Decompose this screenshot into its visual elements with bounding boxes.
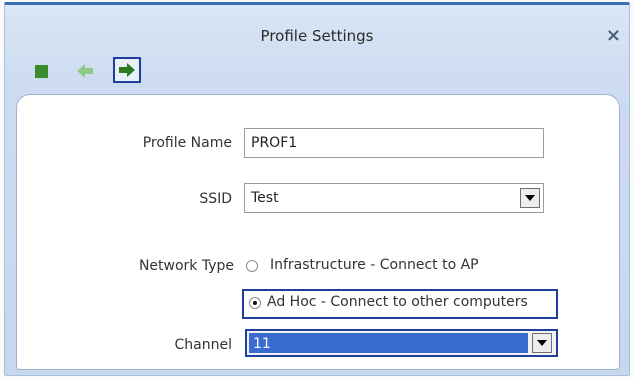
dialog-title: Profile Settings xyxy=(260,27,374,45)
screen-background: Profile Settings × Profile Name SSID Tes… xyxy=(0,0,635,379)
ssid-value: Test xyxy=(251,190,279,206)
channel-dropdown-button[interactable] xyxy=(532,333,552,353)
ssid-dropdown-button[interactable] xyxy=(520,188,540,208)
back-arrow-icon[interactable] xyxy=(75,61,95,81)
channel-select[interactable]: 11 xyxy=(245,329,558,357)
adhoc-radio-label: Ad Hoc - Connect to other computers xyxy=(267,294,528,310)
adhoc-radio[interactable] xyxy=(249,297,261,309)
forward-arrow-icon xyxy=(119,63,135,77)
next-button[interactable] xyxy=(113,57,141,83)
channel-value: 11 xyxy=(249,333,528,353)
chevron-down-icon xyxy=(537,340,547,346)
stop-icon[interactable] xyxy=(35,65,48,78)
network-type-label: Network Type xyxy=(138,258,234,274)
infrastructure-radio[interactable] xyxy=(246,260,258,272)
ssid-label: SSID xyxy=(199,191,232,207)
profile-name-label: Profile Name xyxy=(142,135,232,151)
profile-name-input[interactable] xyxy=(244,128,544,158)
infrastructure-radio-label: Infrastructure - Connect to AP xyxy=(270,257,479,273)
chevron-down-icon xyxy=(525,195,535,201)
channel-label: Channel xyxy=(174,337,232,353)
ssid-select[interactable]: Test xyxy=(244,183,544,213)
close-button[interactable]: × xyxy=(606,25,621,46)
